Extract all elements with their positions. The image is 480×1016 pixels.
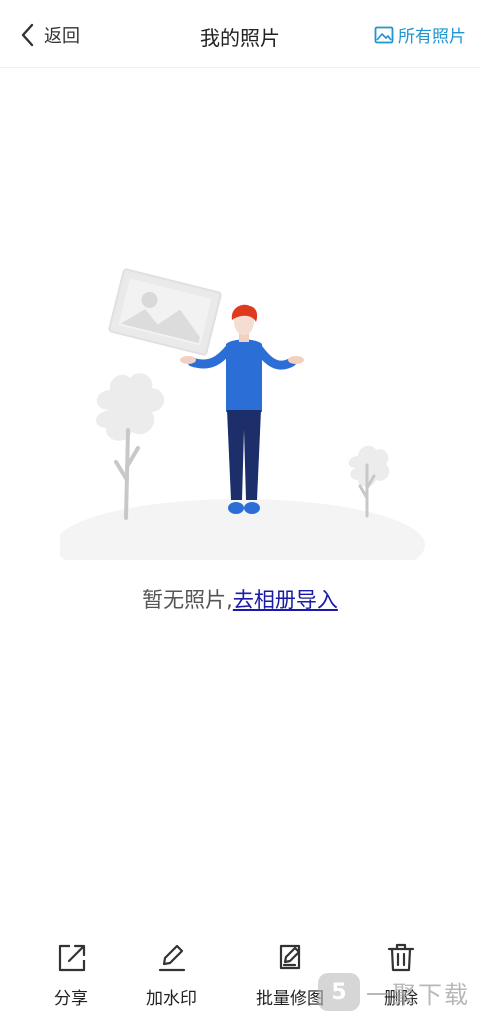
top-bar: 返回 我的照片 所有照片 [0, 0, 480, 68]
import-from-album-link[interactable]: 去相册导入 [233, 588, 338, 612]
batch-edit-label: 批量修图 [256, 989, 324, 1009]
photo-card-graphic [108, 268, 222, 356]
share-button[interactable]: 分享 [54, 940, 88, 1009]
site-watermark: 5 一聚下载 [318, 968, 480, 1016]
add-watermark-label: 加水印 [146, 989, 197, 1009]
empty-illustration [60, 268, 425, 560]
add-watermark-button[interactable]: 加水印 [146, 940, 197, 1009]
batch-edit-icon [279, 944, 301, 970]
empty-state-text: 暂无照片, [142, 588, 233, 612]
tree-right-graphic [348, 445, 390, 518]
watermark-text: 一聚下载 [366, 980, 470, 1009]
share-label: 分享 [54, 989, 88, 1009]
all-photos-button[interactable]: 所有照片 [374, 22, 466, 47]
watermark-logo: 5 [318, 973, 360, 1011]
empty-state-message: 暂无照片,去相册导入 [0, 584, 480, 614]
share-icon [58, 944, 86, 972]
batch-edit-button[interactable]: 批量修图 [256, 940, 324, 1009]
edit-icon [158, 944, 185, 972]
tree-left-graphic [95, 373, 164, 520]
image-icon [374, 26, 394, 43]
all-photos-label: 所有照片 [398, 27, 466, 47]
